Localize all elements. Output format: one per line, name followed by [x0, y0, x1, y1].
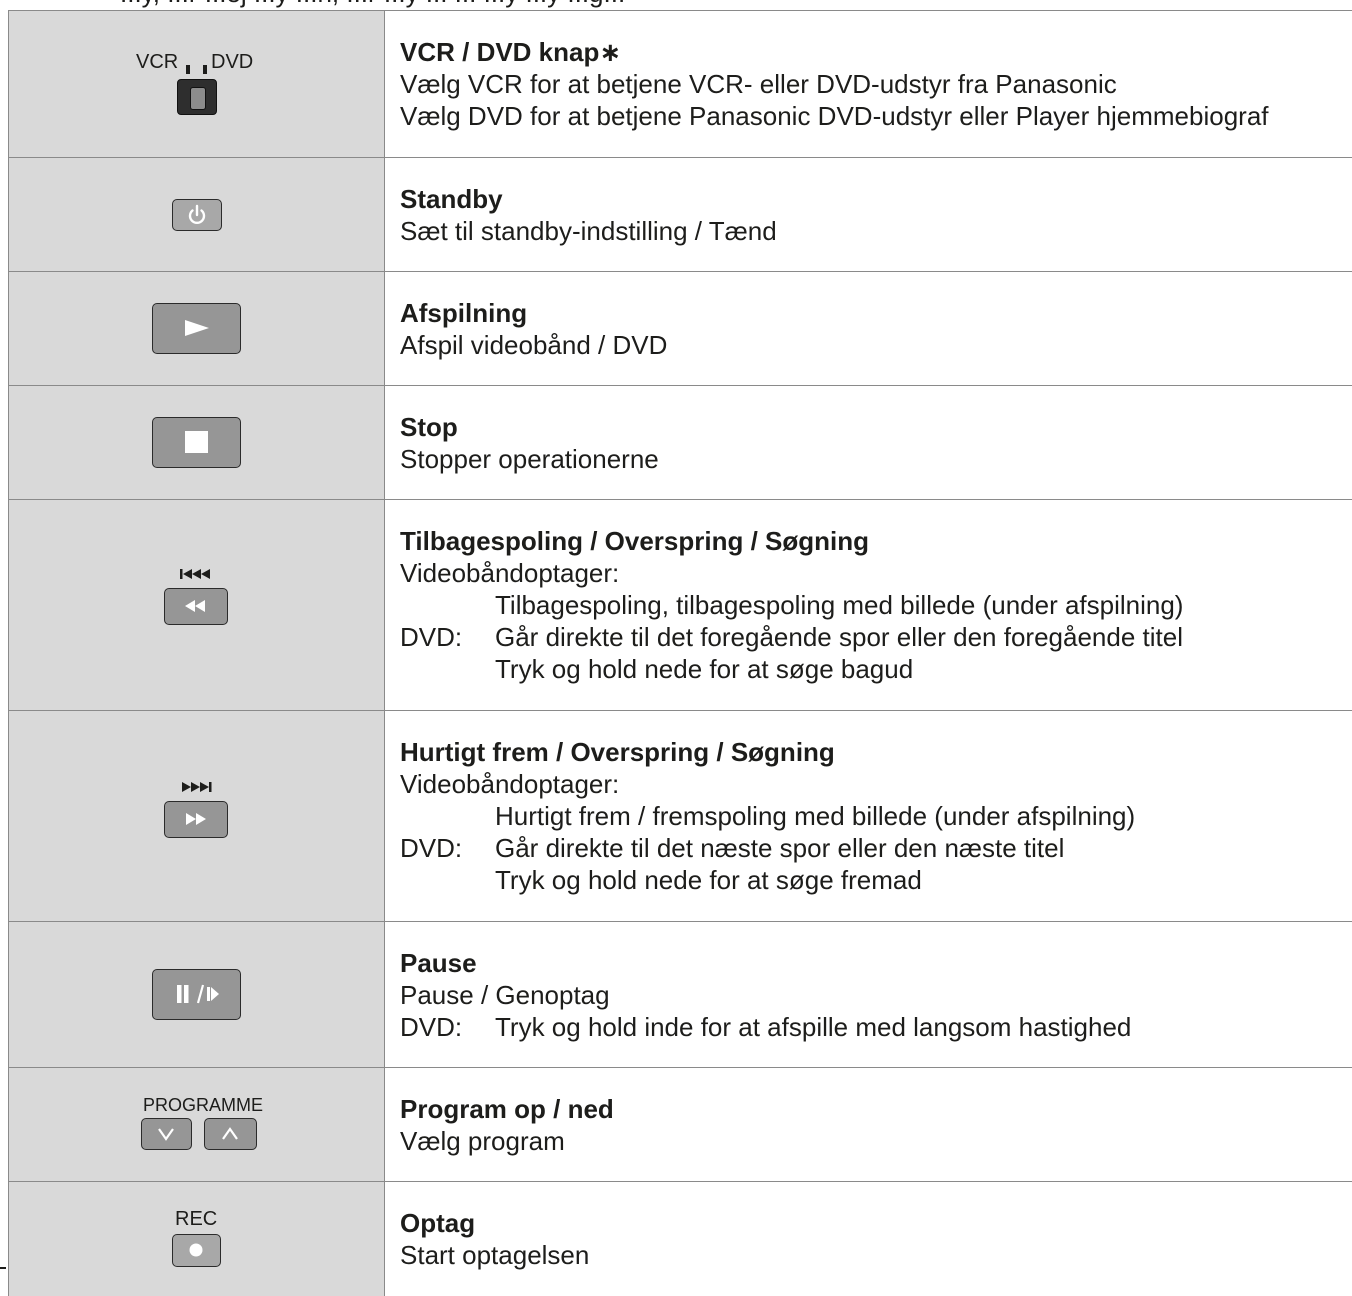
programme-up-down-icon: PROGRAMME [9, 1068, 384, 1181]
icon-cell [9, 922, 385, 1068]
dvd-label: DVD [211, 52, 253, 72]
table-row: Afspilning Afspil videobånd / DVD [9, 272, 1352, 386]
row-title: Optag [400, 1207, 1352, 1239]
text-cell: Hurtigt frem / Overspring / Søgning Vide… [385, 711, 1352, 922]
programme-label: PROGRAMME [143, 1095, 263, 1115]
dvd-label: DVD: [400, 621, 495, 653]
text-cell: Stop Stopper operationerne [385, 386, 1352, 500]
row-title: Program op / ned [400, 1093, 1352, 1125]
row-line: Afspil videobånd / DVD [400, 329, 1352, 361]
icon-cell [9, 158, 385, 272]
row-title: Standby [400, 183, 1352, 215]
table-row: REC Optag Start optagelsen [9, 1182, 1352, 1296]
row-line: Tryk og hold nede for at søge bagud [400, 653, 1352, 685]
fast-forward-skip-icon [9, 711, 384, 921]
vcr-heading: Videobåndoptager: [400, 768, 1352, 800]
row-line: Pause / Genoptag [400, 979, 1352, 1011]
row-title: Afspilning [400, 297, 1352, 329]
row-line: Stopper operationerne [400, 443, 1352, 475]
row-line: Sæt til standby-indstilling / Tænd [400, 215, 1352, 247]
row-title: Pause [400, 947, 1352, 979]
icon-cell [9, 386, 385, 500]
row-line: Vælg DVD for at betjene Panasonic DVD-ud… [400, 100, 1352, 132]
table-row: Stop Stopper operationerne [9, 386, 1352, 500]
row-line: Tilbagespoling, tilbagespoling med bille… [400, 589, 1352, 621]
row-title: Stop [400, 411, 1352, 443]
table-row: Tilbagespoling / Overspring / Søgning Vi… [9, 500, 1352, 711]
play-icon [152, 303, 241, 354]
remote-buttons-reference-table: VCR DVD VCR / DVD knap∗ Vælg VCR for at … [8, 10, 1352, 1296]
icon-cell [9, 500, 385, 711]
vcr-dvd-switch-icon: VCR DVD [9, 11, 384, 157]
table-row: Hurtigt frem / Overspring / Søgning Vide… [9, 711, 1352, 922]
icon-cell: VCR DVD [9, 11, 385, 158]
power-icon [172, 199, 222, 231]
text-cell: Pause Pause / Genoptag DVD:Tryk og hold … [385, 922, 1352, 1068]
row-line: Går direkte til det næste spor eller den… [495, 833, 1064, 863]
table-row: Standby Sæt til standby-indstilling / Tæ… [9, 158, 1352, 272]
row-title: Hurtigt frem / Overspring / Søgning [400, 736, 1352, 768]
row-title: VCR / DVD knap∗ [400, 36, 1352, 68]
text-cell: Tilbagespoling / Overspring / Søgning Vi… [385, 500, 1352, 711]
icon-cell: REC [9, 1182, 385, 1296]
row-line: Går direkte til det foregående spor elle… [495, 622, 1183, 652]
table-row: VCR DVD VCR / DVD knap∗ Vælg VCR for at … [9, 11, 1352, 158]
text-cell: Standby Sæt til standby-indstilling / Tæ… [385, 158, 1352, 272]
vcr-heading: Videobåndoptager: [400, 557, 1352, 589]
row-line: Hurtigt frem / fremspoling med billede (… [400, 800, 1352, 832]
text-cell: Optag Start optagelsen [385, 1182, 1352, 1296]
stop-icon [152, 417, 241, 468]
cropped-top-text: ...y, ...r ...ej ...y ...n, ...r ...y ..… [0, 0, 1352, 8]
icon-cell [9, 272, 385, 386]
text-cell: VCR / DVD knap∗ Vælg VCR for at betjene … [385, 11, 1352, 158]
rewind-skip-back-icon [9, 500, 384, 710]
rec-label: REC [175, 1209, 217, 1229]
text-cell: Afspilning Afspil videobånd / DVD [385, 272, 1352, 386]
vcr-label: VCR [136, 52, 178, 72]
dvd-label: DVD: [400, 1011, 495, 1043]
row-title: Tilbagespoling / Overspring / Søgning [400, 525, 1352, 557]
record-icon: REC [9, 1182, 384, 1296]
table-row: PROGRAMME Program op / ned Vælg program [9, 1068, 1352, 1182]
text-cell: Program op / ned Vælg program [385, 1068, 1352, 1182]
row-line: Start optagelsen [400, 1239, 1352, 1271]
icon-cell [9, 711, 385, 922]
icon-cell: PROGRAMME [9, 1068, 385, 1182]
row-line: Tryk og hold inde for at afspille med la… [495, 1012, 1131, 1042]
dvd-label: DVD: [400, 832, 495, 864]
table-row: Pause Pause / Genoptag DVD:Tryk og hold … [9, 922, 1352, 1068]
row-line: Tryk og hold nede for at søge fremad [400, 864, 1352, 896]
pause-slow-icon [152, 969, 241, 1020]
row-line: Vælg VCR for at betjene VCR- eller DVD-u… [400, 68, 1352, 100]
row-line: Vælg program [400, 1125, 1352, 1157]
